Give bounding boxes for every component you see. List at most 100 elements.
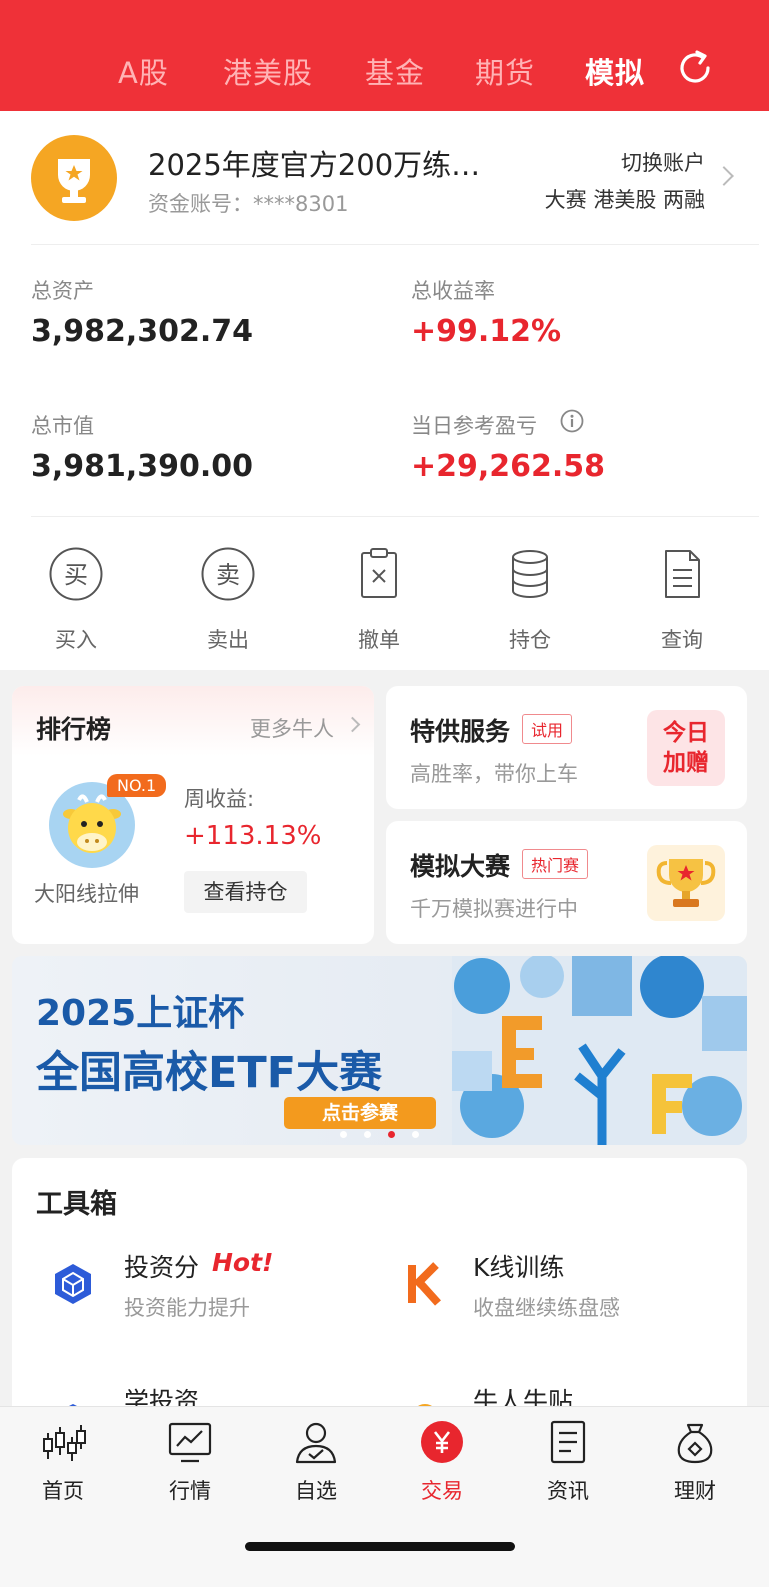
tab-a-shares[interactable]: A股 [118,50,169,92]
rank-badge: NO.1 [107,774,167,797]
banner-line2: 全国高校ETF大赛 [36,1048,383,1098]
trial-tag: 试用 [522,714,573,744]
buy-icon: 买 [49,547,103,601]
chevron-right-icon[interactable] [714,166,734,186]
line-chart-icon [168,1422,212,1463]
rank-user-name[interactable]: 大阳线拉伸 [34,878,139,908]
nav-home[interactable]: 首页 [13,1419,113,1505]
special-service-card[interactable]: 特供服务 试用 高胜率，带你上车 今日 加赠 [386,686,747,809]
nav-market[interactable]: 行情 [140,1419,240,1505]
investment-score-subtitle: 投资能力提升 [124,1296,250,1320]
gold-cup-icon [647,845,725,921]
k-line-training-name[interactable]: K线训练 [473,1248,564,1284]
account-panel: 2025年度官方200万练… 资金账号：****8301 切换账户 大赛 港美股… [0,111,769,670]
account-name[interactable]: 2025年度官方200万练… [148,142,480,184]
nav-home-label: 首页 [42,1479,84,1503]
carousel-dot[interactable] [412,1131,419,1138]
account-tags: 大赛 港美股 两融 [544,188,705,212]
sim-contest-card[interactable]: 模拟大赛 热门赛 千万模拟赛进行中 [386,821,747,944]
info-icon[interactable] [560,409,584,433]
total-assets-label: 总资产 [31,279,94,303]
total-assets-value: 3,982,302.74 [31,314,254,349]
toolbox-section: 工具箱 投资分 Hot! 投资能力提升 K线训练 收盘继续练盘感 学投资 牛人牛… [12,1158,747,1418]
sell-button[interactable]: 卖 卖出 [173,546,283,654]
carousel-dot[interactable] [340,1131,347,1138]
more-experts-link[interactable]: 更多牛人 [250,713,334,743]
switch-account-link[interactable]: 切换账户 [621,147,705,177]
join-contest-button[interactable]: 点击参赛 [284,1097,436,1129]
nav-wealth[interactable]: 理财 [645,1419,745,1505]
cancel-order-label: 撤单 [358,628,400,652]
user-check-icon [295,1422,337,1464]
tab-hk-us[interactable]: 港美股 [223,50,313,92]
k-line-icon[interactable] [402,1261,448,1307]
hot-contest-tag: 热门赛 [522,849,589,879]
money-bag-icon [677,1423,713,1464]
tab-futures[interactable]: 期货 [475,50,535,92]
weekly-return-label: 周收益: [184,787,255,811]
buy-glyph: 买 [64,561,88,589]
total-return-value: +99.12% [411,314,562,349]
refresh-icon[interactable] [675,48,715,88]
nav-watchlist-label: 自选 [295,1479,337,1503]
hot-badge: Hot! [212,1248,274,1277]
today-bonus-line1: 今日 [663,720,709,746]
nav-watchlist[interactable]: 自选 [266,1419,366,1505]
tab-simulation[interactable]: 模拟 [585,50,645,92]
market-value-value: 3,981,390.00 [31,449,254,484]
divider [31,244,759,245]
nav-trade-label: 交易 [421,1479,463,1503]
special-service-title: 特供服务 [410,717,511,746]
query-button[interactable]: 查询 [627,546,737,654]
weekly-return-value: +113.13% [184,821,322,851]
buy-button[interactable]: 买 买入 [21,546,131,654]
sim-contest-title: 模拟大赛 [410,852,511,881]
toolbox-title: 工具箱 [36,1189,117,1220]
daily-pnl-label: 当日参考盈亏 [411,414,537,438]
banner-artwork [452,956,747,1145]
nav-news-label: 资讯 [547,1479,589,1503]
trading-page: A股 港美股 基金 期货 模拟 2025年度官方200万练… 资金账号：****… [0,0,769,1587]
query-label: 查询 [661,628,703,652]
document-icon [665,550,700,598]
cancel-order-icon [361,548,397,598]
positions-button[interactable]: 持仓 [475,546,585,654]
banner-line1: 2025上证杯 [36,993,245,1034]
news-icon [550,1420,586,1464]
ranking-title: 排行榜 [36,715,112,744]
nav-wealth-label: 理财 [674,1479,716,1503]
account-number-value: ****8301 [253,192,349,216]
database-icon [512,550,548,598]
ranking-card[interactable]: 排行榜 更多牛人 NO.1 大阳线拉伸 周收益: +113.13% 查看持仓 [12,686,374,944]
special-service-subtitle: 高胜率，带你上车 [410,762,578,786]
divider [31,516,759,517]
carousel-dot[interactable] [364,1131,371,1138]
candlestick-icon [43,1425,86,1461]
total-return-label: 总收益率 [411,279,495,303]
yuan-coin-icon [421,1421,463,1463]
sim-contest-subtitle: 千万模拟赛进行中 [410,897,578,921]
investment-score-icon[interactable] [50,1261,96,1307]
nav-news[interactable]: 资讯 [518,1419,618,1505]
cancel-order-button[interactable]: 撤单 [324,546,434,654]
account-number: 资金账号：****8301 [148,188,348,218]
daily-pnl-value: +29,262.58 [411,449,606,484]
k-line-training-subtitle: 收盘继续练盘感 [473,1296,620,1320]
nav-market-label: 行情 [169,1479,211,1503]
tab-fund[interactable]: 基金 [365,50,425,92]
promo-banner[interactable]: 2025上证杯 全国高校ETF大赛 点击参赛 [12,956,747,1145]
bottom-nav: 首页 行情 自选 交易 资讯 理财 [0,1406,769,1587]
sell-label: 卖出 [207,628,249,652]
home-indicator[interactable] [245,1542,515,1551]
today-bonus-line2: 加赠 [663,750,709,776]
view-holdings-button[interactable]: 查看持仓 [184,871,307,913]
carousel-dot-active[interactable] [388,1131,395,1138]
sell-glyph: 卖 [216,561,240,589]
account-number-label: 资金账号： [148,192,253,216]
nav-trade[interactable]: 交易 [392,1419,492,1505]
buy-label: 买入 [55,628,97,652]
top-tab-bar: A股 港美股 基金 期货 模拟 [0,0,769,111]
market-value-label: 总市值 [31,414,94,438]
sell-icon: 卖 [201,547,255,601]
investment-score-name[interactable]: 投资分 [124,1248,199,1284]
